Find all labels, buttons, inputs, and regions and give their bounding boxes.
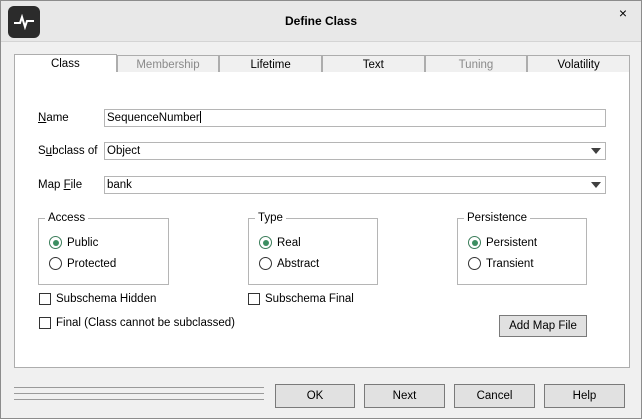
subclass-combo-value: Object: [107, 145, 141, 157]
type-group: Type Real Abstract: [248, 212, 378, 285]
subschema-final-checkbox[interactable]: Subschema Final: [248, 293, 354, 305]
access-protected-radio[interactable]: Protected: [49, 257, 116, 270]
close-icon[interactable]: ×: [615, 5, 631, 21]
name-input-value: SequenceNumber: [107, 112, 200, 124]
mapfile-combo-value: bank: [107, 179, 132, 191]
persistence-group-title: Persistence: [464, 212, 531, 224]
mapfile-combo[interactable]: bank: [104, 176, 606, 194]
cancel-button[interactable]: Cancel: [454, 384, 535, 408]
radio-selected-icon: [468, 236, 481, 249]
access-public-label: Public: [67, 236, 99, 249]
access-protected-label: Protected: [67, 257, 117, 270]
tab-bar: Class Membership Lifetime Text Tuning Vo…: [14, 53, 630, 74]
radio-unselected-icon: [49, 257, 62, 270]
checkbox-unchecked-icon: [39, 293, 51, 305]
next-button[interactable]: Next: [364, 384, 445, 408]
tab-class[interactable]: Class: [14, 54, 117, 74]
subclass-combo[interactable]: Object: [104, 142, 606, 160]
subschema-hidden-checkbox[interactable]: Subschema Hidden: [39, 293, 156, 305]
ok-button[interactable]: OK: [275, 384, 355, 408]
access-group: Access Public Protected: [38, 212, 169, 285]
radio-unselected-icon: [468, 257, 481, 270]
checkbox-unchecked-icon: [248, 293, 260, 305]
access-public-radio[interactable]: Public: [49, 236, 98, 249]
type-real-label: Real: [277, 236, 301, 249]
persistence-group: Persistence Persistent Transient: [457, 212, 587, 285]
persistence-transient-radio[interactable]: Transient: [468, 257, 534, 270]
type-abstract-label: Abstract: [277, 257, 320, 270]
chevron-down-icon[interactable]: [591, 148, 601, 154]
mapfile-label: Map File: [38, 179, 83, 191]
subschema-final-label: Subschema Final: [265, 293, 354, 305]
subschema-hidden-label: Subschema Hidden: [56, 293, 157, 305]
type-group-title: Type: [255, 212, 286, 224]
subclass-label: Subclass of: [38, 145, 98, 157]
class-tab-panel: Name SequenceNumber Subclass of Object M…: [14, 72, 630, 368]
final-checkbox[interactable]: Final (Class cannot be subclassed): [39, 317, 235, 329]
radio-unselected-icon: [259, 257, 272, 270]
add-map-file-button[interactable]: Add Map File: [499, 315, 587, 337]
checkbox-unchecked-icon: [39, 317, 51, 329]
type-abstract-radio[interactable]: Abstract: [259, 257, 319, 270]
title-bar: Define Class ×: [1, 1, 641, 42]
radio-selected-icon: [259, 236, 272, 249]
type-real-radio[interactable]: Real: [259, 236, 301, 249]
name-label: Name: [38, 112, 69, 124]
help-button[interactable]: Help: [544, 384, 625, 408]
radio-selected-icon: [49, 236, 62, 249]
persistence-transient-label: Transient: [486, 257, 534, 270]
divider: [14, 387, 264, 388]
divider: [14, 393, 264, 394]
persistence-persistent-label: Persistent: [486, 236, 538, 249]
name-input[interactable]: SequenceNumber: [104, 109, 606, 127]
divider: [14, 399, 264, 400]
chevron-down-icon[interactable]: [591, 182, 601, 188]
window-title: Define Class: [284, 14, 358, 28]
persistence-persistent-radio[interactable]: Persistent: [468, 236, 537, 249]
define-class-dialog: Define Class × Class Membership Lifetime…: [0, 0, 642, 419]
access-group-title: Access: [45, 212, 89, 224]
final-label: Final (Class cannot be subclassed): [56, 317, 235, 329]
